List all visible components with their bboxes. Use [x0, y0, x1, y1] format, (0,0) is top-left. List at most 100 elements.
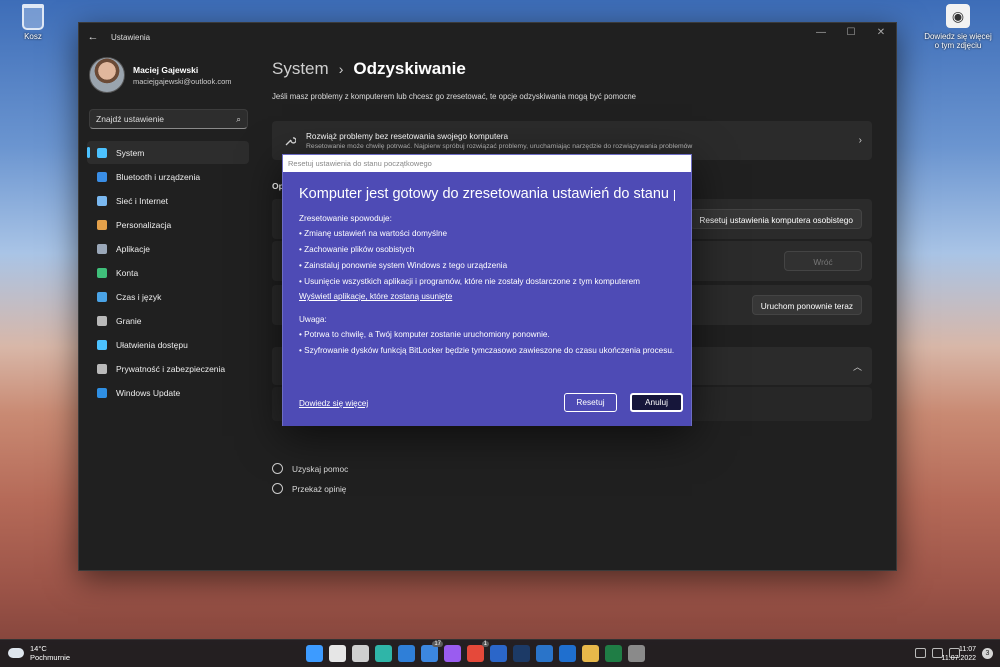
clock-time: 11:07: [959, 646, 976, 653]
restart-now-button[interactable]: Uruchom ponownie teraz: [751, 295, 862, 315]
get-help-link[interactable]: Uzyskaj pomoc: [272, 463, 348, 474]
sidebar-item-u-atwienia-dost-pu[interactable]: Ułatwienia dostępu: [87, 333, 249, 356]
chrome-icon[interactable]: 1: [467, 641, 489, 662]
back-arrow-icon[interactable]: ←: [81, 31, 105, 43]
feedback-link[interactable]: Przekaż opinię: [272, 483, 346, 494]
photoshop-icon[interactable]: [513, 645, 530, 662]
minimize-button[interactable]: —: [806, 23, 836, 43]
dialog-note-label: Uwaga:: [299, 315, 327, 324]
reset-pc-dialog: Resetuj ustawienia do stanu początkowego…: [282, 154, 692, 426]
sidebar-item-sie-i-internet[interactable]: Sieć i Internet: [87, 189, 249, 212]
weather-widget[interactable]: 14°C Pochmurnie: [8, 644, 70, 662]
update-icon: [97, 387, 107, 398]
note-item: Potrwa to chwilę, a Twój komputer zostan…: [299, 329, 675, 340]
reset-effect-item: Zmianę ustawień na wartości domyślne: [299, 228, 675, 239]
sidebar-item-label: Prywatność i zabezpieczenia: [116, 363, 226, 374]
weather-condition: Pochmurnie: [30, 653, 71, 662]
edge-icon[interactable]: [375, 645, 392, 662]
mail-icon[interactable]: [398, 645, 415, 662]
sidebar-item-label: System: [116, 147, 145, 158]
sidebar: Maciej Gajewski maciejgajewski@outlook.c…: [79, 51, 259, 571]
accessibility-icon: [97, 339, 107, 350]
window-titlebar: ← Ustawienia — ☐ ✕: [79, 23, 896, 51]
trello-icon[interactable]: [536, 645, 553, 662]
task-view-icon[interactable]: [352, 645, 369, 662]
excel-icon[interactable]: [605, 645, 622, 662]
sidebar-item-aplikacje[interactable]: Aplikacje: [87, 237, 249, 260]
sidebar-item-prywatno-i-zabezpieczenia[interactable]: Prywatność i zabezpieczenia: [87, 357, 249, 380]
fix-problems-subtitle: Resetowanie może chwilę potrwać. Najpier…: [306, 142, 693, 150]
notes-list: Potrwa to chwilę, a Twój komputer zostan…: [299, 329, 675, 356]
fix-problems-title: Rozwiąż problemy bez resetowania swojego…: [306, 131, 509, 141]
breadcrumb-separator: ›: [338, 61, 344, 77]
app-badge: 17: [432, 641, 443, 647]
apps-icon: [97, 243, 107, 254]
learn-more-link[interactable]: Dowiedz się więcej: [299, 399, 368, 408]
reset-button[interactable]: Resetuj: [564, 393, 617, 412]
user-name: Maciej Gajewski: [133, 64, 199, 75]
messenger-icon[interactable]: [444, 645, 461, 662]
wifi-icon: [97, 195, 107, 206]
notification-badge[interactable]: 3: [982, 648, 993, 659]
taskbar-clock[interactable]: 11:07 11.07.2022: [941, 645, 976, 663]
sidebar-item-bluetooth-i-urz-dzenia[interactable]: Bluetooth i urządzenia: [87, 165, 249, 188]
sidebar-item-label: Personalizacja: [116, 219, 172, 230]
search-icon[interactable]: [329, 645, 346, 662]
sidebar-item-label: Granie: [116, 315, 142, 326]
sidebar-item-label: Ułatwienia dostępu: [116, 339, 188, 350]
help-icon: [272, 463, 283, 474]
word-icon[interactable]: [490, 645, 507, 662]
sidebar-item-label: Windows Update: [116, 387, 181, 398]
sidebar-item-granie[interactable]: Granie: [87, 309, 249, 332]
reset-effects-list: Zmianę ustawień na wartości domyślne Zac…: [299, 228, 675, 287]
explorer-icon[interactable]: [582, 645, 599, 662]
sidebar-item-system[interactable]: System: [87, 141, 249, 164]
note-item: Szyfrowanie dysków funkcją BitLocker będ…: [299, 345, 675, 356]
person-icon: [97, 267, 107, 278]
sidebar-item-konta[interactable]: Konta: [87, 261, 249, 284]
sidebar-item-personalizacja[interactable]: Personalizacja: [87, 213, 249, 236]
learn-more-photo-shortcut[interactable]: ◉ Dowiedz się więcej o tym zdjęciu: [922, 4, 994, 50]
taskbar: 14°C Pochmurnie 17 1 11:07 11.07.2022 3: [0, 639, 1000, 667]
app-badge: 1: [481, 641, 489, 647]
sidebar-item-label: Konta: [116, 267, 139, 278]
wifi-icon[interactable]: [915, 648, 926, 658]
reset-effect-item: Zainstaluj ponownie system Windows z teg…: [299, 260, 675, 271]
page-title: Odzyskiwanie: [353, 59, 466, 78]
shield-icon: [97, 363, 107, 374]
sidebar-item-czas-i-j-zyk[interactable]: Czas i język: [87, 285, 249, 308]
recycle-bin-label: Kosz: [24, 32, 42, 41]
search-placeholder: Znajdź ustawienie: [96, 114, 165, 124]
chevron-right-icon: ›: [858, 135, 862, 146]
taskbar-apps: 17 1: [306, 641, 651, 662]
sidebar-item-label: Aplikacje: [116, 243, 151, 254]
calendar-icon[interactable]: 17: [421, 641, 443, 662]
sidebar-item-windows-update[interactable]: Windows Update: [87, 381, 249, 404]
outlook-icon[interactable]: [559, 645, 576, 662]
globe-clock-icon: [97, 291, 107, 302]
cloud-icon: [8, 648, 24, 658]
dialog-titlebar: Resetuj ustawienia do stanu początkowego: [283, 155, 691, 172]
search-icon: ⌕: [236, 113, 241, 124]
user-profile[interactable]: Maciej Gajewski maciejgajewski@outlook.c…: [89, 57, 232, 93]
sidebar-item-label: Sieć i Internet: [116, 195, 168, 206]
go-back-button[interactable]: Wróć: [784, 251, 862, 271]
view-removed-apps-link[interactable]: Wyświetl aplikacje, które zostaną usunię…: [299, 292, 675, 301]
maximize-button[interactable]: ☐: [836, 23, 866, 43]
search-input[interactable]: Znajdź ustawienie ⌕: [89, 109, 248, 129]
reset-effect-item: Usunięcie wszystkich aplikacji i program…: [299, 276, 675, 287]
windows-start-icon[interactable]: [306, 645, 323, 662]
clock-date: 11.07.2022: [941, 655, 976, 662]
reset-effect-item: Zachowanie plików osobistych: [299, 244, 675, 255]
breadcrumb-system[interactable]: System: [272, 59, 329, 79]
brush-icon: [97, 219, 107, 230]
recycle-bin-shortcut[interactable]: Kosz: [16, 4, 50, 41]
recycle-bin-icon: [22, 4, 44, 30]
close-button[interactable]: ✕: [866, 23, 896, 43]
learn-more-photo-label: Dowiedz się więcej o tym zdjęciu: [924, 32, 992, 50]
reset-pc-button[interactable]: Resetuj ustawienia komputera osobistego: [690, 209, 862, 229]
settings-icon[interactable]: [628, 645, 645, 662]
gamepad-icon: [97, 315, 107, 326]
bluetooth-icon: [97, 171, 107, 182]
cancel-button[interactable]: Anuluj: [630, 393, 683, 412]
